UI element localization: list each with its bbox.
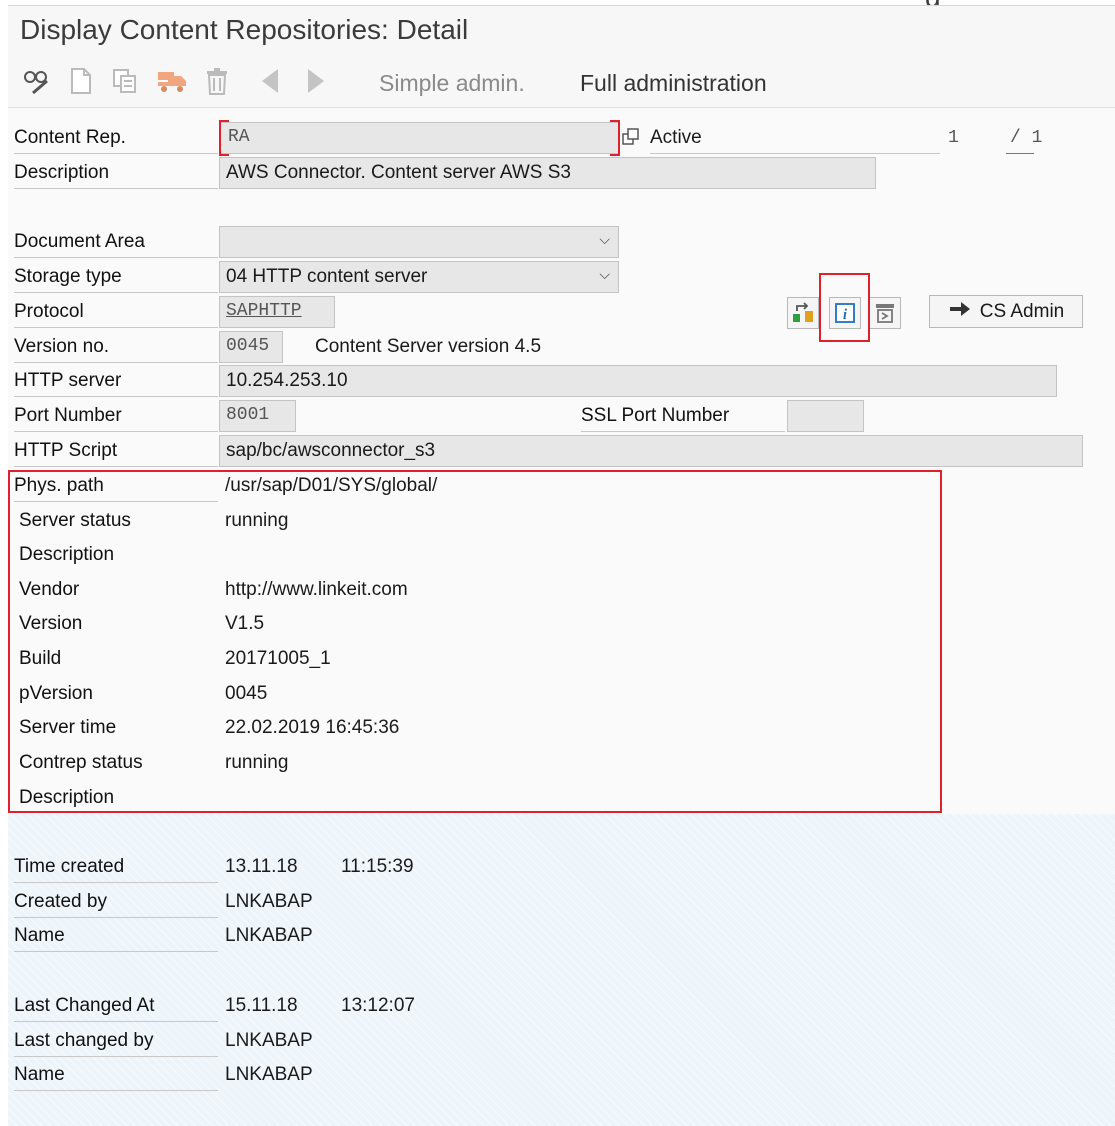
storage-type-value: 04 HTTP content server bbox=[226, 266, 428, 287]
port-number-label: Port Number bbox=[14, 405, 218, 432]
trash-icon[interactable] bbox=[203, 66, 231, 96]
back-arrow-icon[interactable] bbox=[256, 66, 284, 96]
ssl-port-field[interactable] bbox=[787, 400, 864, 432]
storage-type-select[interactable]: 04 HTTP content server ⌵ bbox=[219, 261, 619, 293]
server-info-highlight-box bbox=[8, 470, 942, 813]
description-label: Description bbox=[14, 162, 218, 189]
copy-icon[interactable] bbox=[110, 66, 140, 96]
http-server-label: HTTP server bbox=[14, 370, 218, 397]
last-changed-by-value: LNKABAP bbox=[225, 1030, 313, 1051]
created-time: 11:15:39 bbox=[341, 856, 414, 877]
last-changed-at-label: Last Changed At bbox=[14, 995, 218, 1022]
created-name-label: Name bbox=[14, 925, 218, 952]
http-server-field[interactable]: 10.254.253.10 bbox=[219, 365, 1057, 397]
page-total: / 1 bbox=[1010, 128, 1043, 148]
protocol-label: Protocol bbox=[14, 301, 218, 328]
storage-type-label: Storage type bbox=[14, 266, 218, 293]
content-server-version-text: Content Server version 4.5 bbox=[315, 336, 542, 357]
transport-truck-icon[interactable] bbox=[155, 66, 189, 96]
changed-name-label: Name bbox=[14, 1064, 218, 1091]
created-date: 13.11.18 bbox=[225, 856, 298, 877]
port-number-field[interactable]: 8001 bbox=[219, 400, 296, 432]
export-icon[interactable] bbox=[869, 297, 901, 329]
transfer-icon[interactable] bbox=[787, 297, 819, 329]
info-highlight-box bbox=[819, 273, 870, 342]
document-area-label: Document Area bbox=[14, 231, 218, 258]
required-bracket-left bbox=[219, 120, 229, 156]
created-by-label: Created by bbox=[14, 891, 218, 918]
version-no-field[interactable]: 0045 bbox=[219, 331, 283, 363]
arrow-right-icon bbox=[948, 300, 972, 324]
simple-admin-button[interactable]: Simple admin. bbox=[379, 70, 525, 97]
created-name-value: LNKABAP bbox=[225, 925, 313, 946]
page-title: Display Content Repositories: Detail bbox=[20, 14, 469, 45]
page-current: 1 bbox=[948, 128, 959, 148]
document-area-select[interactable]: ⌵ bbox=[219, 226, 619, 258]
chevron-down-icon: ⌵ bbox=[599, 231, 610, 247]
value-help-icon[interactable] bbox=[622, 128, 640, 152]
version-no-label: Version no. bbox=[14, 336, 218, 363]
protocol-field[interactable]: SAPHTTP bbox=[219, 296, 335, 328]
description-field[interactable]: AWS Connector. Content server AWS S3 bbox=[219, 157, 876, 189]
changed-time: 13:12:07 bbox=[341, 995, 415, 1016]
cs-admin-label: CS Admin bbox=[979, 300, 1065, 322]
page-underline bbox=[1006, 153, 1034, 154]
cs-admin-button[interactable]: CS Admin bbox=[929, 295, 1083, 328]
changed-name-value: LNKABAP bbox=[225, 1064, 313, 1085]
full-administration-button[interactable]: Full administration bbox=[580, 70, 767, 97]
content-rep-label: Content Rep. bbox=[14, 127, 218, 154]
changed-date: 15.11.18 bbox=[225, 995, 298, 1016]
required-bracket-right bbox=[610, 120, 620, 156]
active-status: Active bbox=[650, 127, 940, 154]
http-script-field[interactable]: sap/bc/awsconnector_s3 bbox=[219, 435, 1083, 467]
glasses-pencil-icon[interactable] bbox=[22, 66, 52, 96]
time-created-label: Time created bbox=[14, 856, 218, 883]
content-rep-field[interactable]: RA bbox=[219, 122, 619, 154]
new-document-icon[interactable] bbox=[67, 66, 95, 96]
http-script-label: HTTP Script bbox=[14, 440, 218, 467]
created-by-value: LNKABAP bbox=[225, 891, 313, 912]
forward-arrow-icon[interactable] bbox=[302, 66, 330, 96]
ssl-port-label: SSL Port Number bbox=[581, 405, 785, 432]
chevron-down-icon: ⌵ bbox=[599, 266, 610, 282]
last-changed-by-label: Last changed by bbox=[14, 1030, 218, 1057]
